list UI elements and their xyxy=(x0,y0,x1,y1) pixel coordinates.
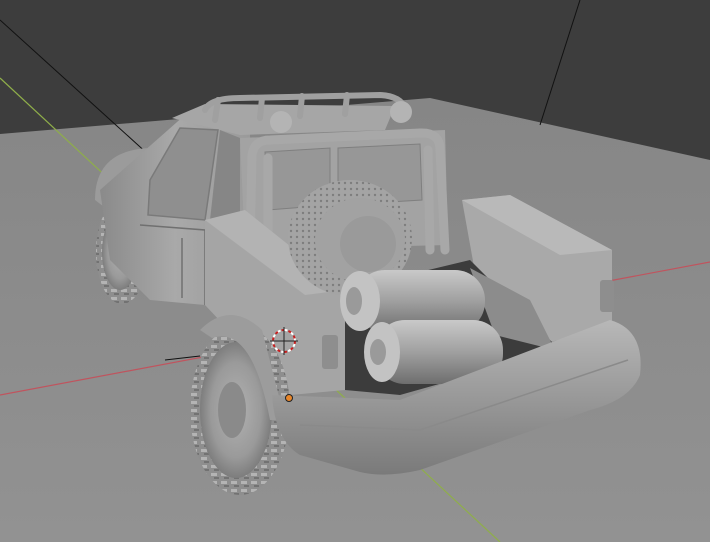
viewport-canvas[interactable] xyxy=(0,0,710,542)
tail-light-left xyxy=(322,335,338,369)
object-origin xyxy=(285,394,293,402)
3d-viewport[interactable] xyxy=(0,0,710,542)
tail-light-right xyxy=(600,280,614,312)
roof-light-left xyxy=(270,111,292,133)
roof-light-right xyxy=(390,101,412,123)
